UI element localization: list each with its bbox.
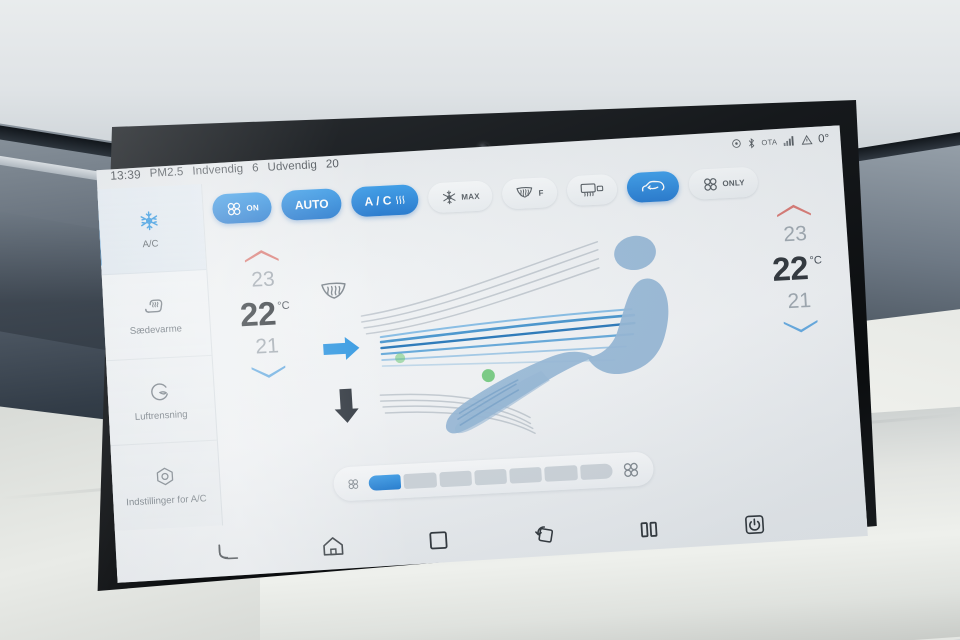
split-screen-icon[interactable]: [631, 512, 667, 548]
temp-current-value-left: 22: [238, 294, 277, 334]
recirculate-car-icon: [639, 178, 666, 195]
status-outside-temp: 0°: [817, 132, 830, 146]
temp-next-down-left: 21: [254, 334, 280, 359]
location-icon: [731, 138, 742, 148]
snowflake-icon: [136, 208, 161, 233]
front-defrost-label: F: [538, 188, 544, 198]
status-outdoor-value: 20: [325, 158, 340, 171]
ota-icon: OTA: [761, 136, 778, 147]
max-cool-button[interactable]: MAX: [427, 180, 493, 213]
fan-segment[interactable]: [580, 463, 613, 480]
temp-down-button-left[interactable]: [248, 364, 289, 382]
fan-segment[interactable]: [509, 466, 542, 483]
temp-current-value-right: 22: [771, 249, 810, 289]
sidebar-item-label: Luftrensning: [134, 408, 188, 423]
temp-unit-right: °C: [809, 254, 823, 268]
fan-large-icon: [621, 459, 641, 479]
signal-icon: [783, 136, 796, 147]
power-icon[interactable]: [736, 506, 772, 542]
air-purify-icon: [147, 380, 172, 405]
snowflake-icon: [441, 189, 458, 206]
fan-icon: [701, 175, 719, 193]
sidebar-item-air-purification[interactable]: Luftrensning: [104, 355, 217, 446]
fan-segment[interactable]: [474, 468, 507, 485]
air-quality-dot: [481, 369, 495, 383]
fan-speed-track[interactable]: [368, 463, 613, 491]
temp-unit-left: °C: [277, 300, 291, 313]
fan-segment[interactable]: [439, 470, 472, 487]
temp-next-down-right: 21: [786, 289, 812, 314]
rotate-icon[interactable]: [526, 517, 562, 553]
infotainment-head-unit: 13:39 PM2.5 Indvendig 6 Udvendig 20 OTA: [80, 96, 880, 596]
settings-gear-icon: [152, 465, 177, 490]
fan-segment[interactable]: [544, 465, 577, 482]
rear-defrost-button[interactable]: [566, 174, 618, 207]
status-clock: 13:39: [109, 167, 142, 183]
fan-power-label: ON: [246, 202, 260, 213]
fan-icon: [225, 200, 243, 218]
sidebar-item-ac[interactable]: A/C: [93, 184, 206, 275]
fan-small-icon: [346, 477, 360, 491]
temp-current-right[interactable]: 22 °C: [771, 251, 823, 287]
temp-next-up-left: 23: [250, 267, 276, 292]
system-nav-bar: [114, 492, 868, 583]
temperature-control-right: 23 22 °C 21: [747, 199, 847, 337]
ac-label: A / C: [364, 193, 392, 209]
status-outdoor-label: Udvendig: [267, 159, 318, 174]
touchscreen[interactable]: 13:39 PM2.5 Indvendig 6 Udvendig 20 OTA: [91, 125, 868, 583]
front-defrost-icon: [515, 185, 535, 202]
air-quality-dot: [395, 353, 406, 363]
rear-defrost-icon: [579, 181, 604, 198]
fan-segment[interactable]: [404, 472, 437, 489]
temp-current-left[interactable]: 22 °C: [239, 296, 291, 332]
fan-only-label: ONLY: [722, 177, 746, 188]
temp-up-button-left[interactable]: [241, 246, 282, 264]
back-arrow-icon[interactable]: [210, 533, 246, 569]
sidebar-item-label: Sædevarme: [129, 323, 183, 337]
sidebar-item-label: Indstillinger for A/C: [125, 493, 208, 509]
recirculation-button[interactable]: [626, 171, 680, 204]
fan-only-button[interactable]: ONLY: [688, 167, 759, 201]
airflow-diagram: [296, 211, 740, 463]
defrost-vent-toggle[interactable]: [322, 283, 346, 299]
airflow-lines-icon: [395, 194, 406, 206]
home-icon[interactable]: [316, 528, 352, 564]
warning-triangle-icon: [801, 135, 813, 146]
auto-label: AUTO: [294, 196, 330, 213]
max-cool-label: MAX: [461, 191, 480, 202]
face-vent-toggle[interactable]: [323, 336, 360, 361]
floor-vent-toggle[interactable]: [333, 388, 359, 423]
auto-button[interactable]: AUTO: [281, 188, 343, 221]
fan-power-button[interactable]: ON: [212, 192, 273, 225]
temp-next-up-right: 23: [782, 222, 808, 247]
status-pm25-label: PM2.5: [149, 166, 184, 180]
square-icon[interactable]: [421, 523, 457, 559]
sidebar: A/C Sædevarme Luftrensning Indstillinger…: [93, 184, 223, 531]
temp-down-button-right[interactable]: [780, 318, 821, 336]
sidebar-item-label: A/C: [142, 238, 159, 251]
status-indoor-label: Indvendig: [192, 162, 244, 178]
front-defrost-button[interactable]: F: [502, 177, 558, 210]
status-indoor-value: 6: [251, 162, 260, 175]
fan-segment[interactable]: [368, 474, 401, 491]
ac-button[interactable]: A / C: [351, 184, 420, 217]
sidebar-item-ac-settings[interactable]: Indstillinger for A/C: [109, 441, 222, 531]
sidebar-item-seat-heating[interactable]: Sædevarme: [98, 270, 211, 361]
bluetooth-icon: [747, 137, 756, 148]
temp-up-button-right[interactable]: [773, 201, 814, 219]
seat-heat-icon: [142, 294, 167, 319]
